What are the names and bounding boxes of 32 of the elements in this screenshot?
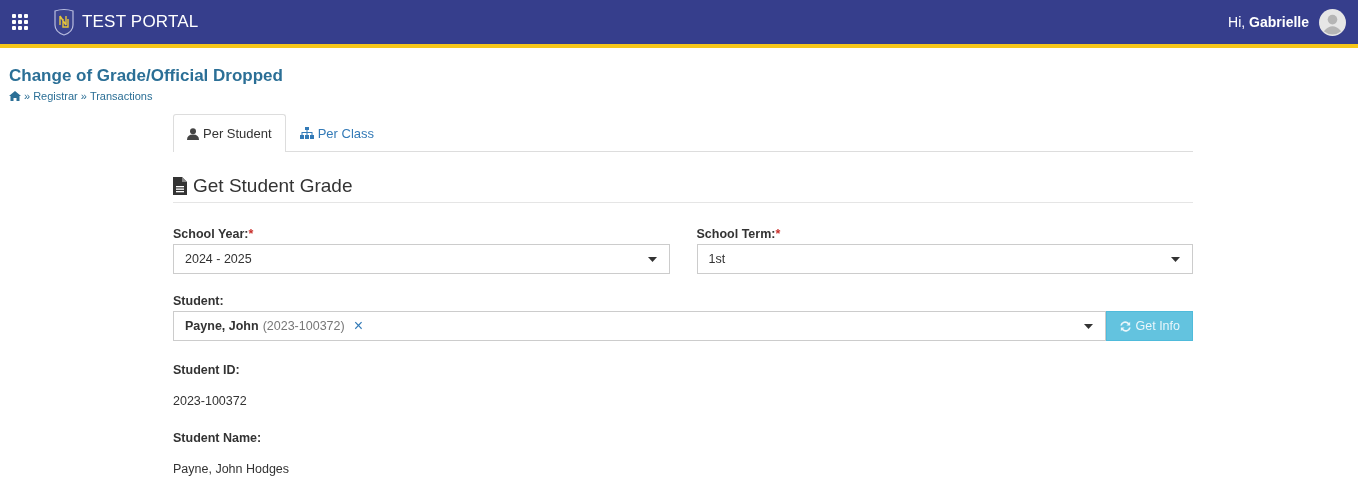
select-field[interactable]: 1st xyxy=(696,244,1193,274)
page-title: Change of Grade/Official Dropped xyxy=(9,66,284,86)
select-field[interactable]: 2024 - 2025 xyxy=(173,244,670,274)
detail-label: Student ID: xyxy=(173,363,241,377)
tab[interactable]: Per Class xyxy=(285,114,388,151)
person-icon xyxy=(187,127,199,140)
hierarchy-icon xyxy=(299,127,314,139)
field-label: School Year:* xyxy=(173,227,255,241)
section-title: Get Student Grade xyxy=(193,175,353,197)
shield-logo-icon xyxy=(52,8,76,36)
selected-student-name: Payne, John xyxy=(185,319,259,333)
breadcrumb-separator: » xyxy=(24,90,31,102)
portal-title: TEST PORTAL xyxy=(82,12,199,32)
breadcrumb-separator: » xyxy=(80,90,87,102)
field-label: Student: xyxy=(173,294,225,308)
selected-student-id: (2023-100372) xyxy=(262,319,345,333)
document-icon xyxy=(173,177,187,195)
refresh-icon xyxy=(1118,319,1132,333)
greeting: Hi, Gabrielle xyxy=(1228,14,1309,30)
apps-menu-icon[interactable] xyxy=(12,14,28,30)
breadcrumb-link[interactable]: Transactions xyxy=(89,90,153,102)
detail-value: 2023-100372 xyxy=(173,394,248,408)
home-icon[interactable] xyxy=(9,91,21,101)
detail-label: Student Name: xyxy=(173,431,263,445)
tab[interactable]: Per Student xyxy=(173,114,286,152)
dropdown-caret-icon[interactable] xyxy=(1171,256,1180,262)
dropdown-caret-icon[interactable] xyxy=(647,256,657,262)
user-avatar-icon[interactable] xyxy=(1319,8,1346,36)
field-label: School Term:* xyxy=(696,227,782,241)
dropdown-caret-icon[interactable] xyxy=(1083,323,1093,329)
detail-value: Payne, John Hodges xyxy=(173,462,291,476)
breadcrumb-link[interactable]: Registrar xyxy=(33,90,78,102)
